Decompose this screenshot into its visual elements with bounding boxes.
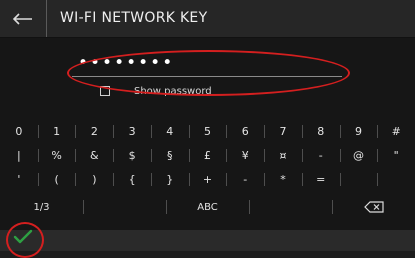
key-9[interactable]: 9 [339, 120, 378, 143]
header-bar: WI-FI NETWORK KEY [0, 0, 415, 38]
key-open-paren[interactable]: ( [37, 168, 76, 191]
key-dollar[interactable]: $ [113, 144, 151, 167]
key-currency[interactable]: ¤ [264, 144, 302, 167]
password-value: •••••••• [78, 53, 175, 73]
show-password-row[interactable]: Show password [100, 83, 212, 99]
key-0[interactable]: 0 [0, 120, 38, 143]
key-quote[interactable]: " [377, 144, 415, 167]
key-close-paren[interactable]: ) [75, 168, 113, 191]
key-asterisk[interactable]: * [264, 168, 302, 191]
key-minus[interactable]: - [226, 168, 264, 191]
keyboard-row-1: 0 1 2 3 4 5 6 7 8 9 # [0, 120, 415, 143]
backspace-icon [363, 201, 384, 213]
page-indicator-key[interactable]: 1/3 [0, 192, 83, 222]
password-field[interactable]: •••••••• [72, 53, 342, 77]
keyboard-row-3: ' ( ) { } + - * = [0, 168, 415, 191]
key-3[interactable]: 3 [113, 120, 151, 143]
backspace-key[interactable] [332, 192, 415, 222]
keyboard-row-2: | % & $ § £ ¥ ¤ - @ " [0, 144, 415, 167]
show-password-label: Show password [134, 85, 212, 97]
key-close-brace[interactable]: } [150, 168, 189, 191]
back-arrow-icon [12, 8, 33, 30]
footer-bar [0, 230, 415, 251]
key-5[interactable]: 5 [188, 120, 227, 143]
key-hyphen[interactable]: - [301, 144, 340, 167]
key-at[interactable]: @ [339, 144, 378, 167]
key-hash[interactable]: # [377, 120, 415, 143]
key-8[interactable]: 8 [301, 120, 340, 143]
abc-mode-key[interactable]: ABC [166, 192, 249, 222]
back-button[interactable] [0, 0, 47, 37]
page-title: WI-FI NETWORK KEY [60, 10, 208, 26]
key-apostrophe[interactable]: ' [0, 168, 38, 191]
key-open-brace[interactable]: { [113, 168, 151, 191]
key-percent[interactable]: % [37, 144, 76, 167]
key-pipe[interactable]: | [0, 144, 38, 167]
key-ampersand[interactable]: & [75, 144, 113, 167]
key-section[interactable]: § [150, 144, 189, 167]
keyboard: 0 1 2 3 4 5 6 7 8 9 # | % & $ § £ ¥ ¤ - … [0, 120, 415, 230]
confirm-button[interactable] [8, 226, 38, 251]
checkmark-icon [13, 229, 33, 249]
key-empty-1 [339, 168, 378, 191]
key-empty-2 [377, 168, 415, 191]
key-blank-right [249, 192, 332, 222]
key-equals[interactable]: = [301, 168, 340, 191]
key-yen[interactable]: ¥ [226, 144, 264, 167]
key-4[interactable]: 4 [150, 120, 189, 143]
key-2[interactable]: 2 [75, 120, 113, 143]
keyboard-row-4: 1/3 ABC [0, 192, 415, 222]
key-6[interactable]: 6 [226, 120, 264, 143]
key-blank-left [83, 192, 166, 222]
key-7[interactable]: 7 [264, 120, 302, 143]
key-pound[interactable]: £ [188, 144, 227, 167]
key-plus[interactable]: + [188, 168, 227, 191]
key-1[interactable]: 1 [37, 120, 76, 143]
show-password-checkbox[interactable] [100, 86, 110, 96]
content-area: •••••••• Show password [0, 38, 415, 120]
